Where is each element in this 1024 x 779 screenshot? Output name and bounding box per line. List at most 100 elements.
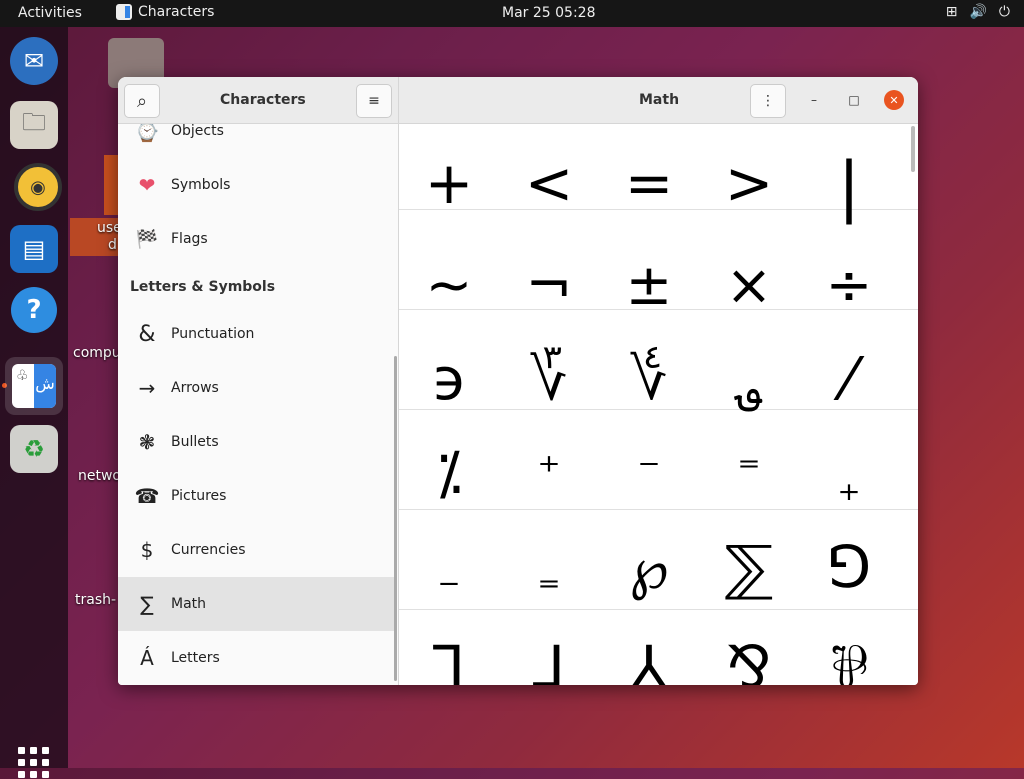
app-menu-label: Characters: [138, 4, 215, 20]
minimize-icon: –: [811, 93, 817, 107]
libreoffice-writer-icon[interactable]: ▤: [10, 225, 58, 273]
character-cell[interactable]: ÷: [799, 258, 899, 314]
character-cell[interactable]: ₌: [499, 556, 599, 600]
character-cell[interactable]: ؇: [599, 350, 699, 408]
character-cell[interactable]: ⁒: [399, 444, 499, 502]
hamburger-icon: ≡: [368, 93, 380, 109]
character-cell[interactable]: ⅁: [799, 538, 899, 596]
character-cell[interactable]: ⁻: [599, 450, 699, 494]
character-cell[interactable]: ₊: [799, 464, 899, 508]
desktop-label-network: netwo: [78, 468, 121, 484]
main-menu-button[interactable]: ≡: [356, 84, 392, 118]
sidebar-item-label: Currencies: [171, 542, 246, 558]
question-glyph: ?: [26, 295, 42, 325]
telephone-icon: ☎: [134, 484, 160, 508]
close-icon: ✕: [889, 93, 899, 107]
help-icon[interactable]: ?: [11, 287, 57, 333]
character-cell[interactable]: ϶: [399, 350, 499, 408]
characters-dock-icon[interactable]: ش ♧: [5, 357, 63, 415]
clock[interactable]: Mar 25 05:28: [502, 5, 595, 21]
page-title: Math: [639, 92, 680, 108]
sidebar-item-label: Bullets: [171, 434, 219, 450]
sidebar-item-arrows[interactable]: → Arrows: [118, 361, 394, 415]
sidebar-item-label: Symbols: [171, 177, 231, 193]
sidebar-item-objects[interactable]: ⌚ Objects: [118, 124, 394, 158]
app-menu[interactable]: Characters: [116, 4, 214, 20]
character-cell[interactable]: +: [399, 154, 499, 212]
grid-scrollbar[interactable]: [911, 126, 915, 172]
character-cell[interactable]: ⅀: [699, 538, 799, 598]
character-cell[interactable]: ₋: [399, 556, 499, 600]
sidebar: ⌚ Objects ❤ Symbols 🏁 Flags Letters & Sy…: [118, 124, 399, 685]
maximize-icon: □: [848, 93, 860, 107]
character-cell[interactable]: ⁺: [499, 450, 599, 494]
character-cell[interactable]: ¬: [499, 258, 599, 314]
sidebar-item-pictures[interactable]: ☎ Pictures: [118, 469, 394, 523]
sidebar-title: Characters: [220, 92, 306, 108]
more-icon: ⋮: [761, 93, 775, 109]
sidebar-item-math[interactable]: ∑ Math: [118, 577, 394, 631]
search-button[interactable]: ⌕: [124, 84, 160, 118]
character-cell[interactable]: >: [699, 154, 799, 212]
sidebar-item-symbols[interactable]: ❤ Symbols: [118, 158, 394, 212]
sidebar-item-flags[interactable]: 🏁 Flags: [118, 212, 394, 266]
speaker-glyph: ◉: [30, 176, 46, 198]
network-icon[interactable]: ⊞: [946, 4, 958, 20]
main-headerbar: Math ⋮ – □ ✕: [399, 77, 918, 124]
sidebar-item-label: Pictures: [171, 488, 227, 504]
character-cell[interactable]: =: [599, 154, 699, 212]
thunderbird-icon[interactable]: ✉: [10, 37, 58, 85]
show-apps-button[interactable]: [18, 747, 50, 779]
files-icon[interactable]: 🗀: [10, 101, 58, 149]
maximize-button[interactable]: □: [844, 90, 864, 110]
character-cell[interactable]: ∼: [399, 258, 499, 314]
character-cell[interactable]: ×: [699, 258, 799, 314]
watch-icon: ⌚: [134, 124, 160, 143]
sidebar-item-punctuation[interactable]: & Punctuation: [118, 307, 394, 361]
sidebar-item-bullets[interactable]: ❃ Bullets: [118, 415, 394, 469]
heart-icon: ❤: [138, 173, 156, 197]
rhythmbox-icon[interactable]: ◉: [14, 163, 62, 211]
power-icon[interactable]: ⏻: [999, 4, 1010, 20]
character-cell[interactable]: ⅋: [699, 638, 799, 685]
more-options-button[interactable]: ⋮: [750, 84, 786, 118]
recycle-glyph: ♻: [23, 435, 45, 463]
dollar-icon: $: [140, 538, 154, 562]
character-cell[interactable]: ⅌: [799, 638, 899, 685]
sidebar-scrollbar[interactable]: [394, 356, 397, 681]
system-tray[interactable]: ⊞ 🔊 ⏻: [946, 4, 1010, 20]
mail-glyph: ✉: [23, 47, 45, 75]
close-button[interactable]: ✕: [884, 90, 904, 110]
sidebar-item-label: Flags: [171, 231, 208, 247]
character-cell[interactable]: ±: [599, 258, 699, 314]
character-cell[interactable]: ⁼: [699, 450, 799, 494]
search-icon: ⌕: [136, 90, 148, 112]
minimize-button[interactable]: –: [804, 90, 824, 110]
character-cell[interactable]: ⅃: [499, 638, 599, 685]
sidebar-item-currencies[interactable]: $ Currencies: [118, 523, 394, 577]
activities-button[interactable]: Activities: [18, 5, 82, 21]
characters-window: ⌕ Characters ≡ Math ⋮ – □ ✕ ⌚ Objects ❤ …: [118, 77, 918, 685]
clover-glyph: ♧: [16, 368, 29, 384]
character-grid: + < = > | ∼ ¬ ± × ÷ ϶ ؆ ؇ ؈ ⁄ ⁒ ⁺ ⁻ ⁼ ₊ …: [399, 124, 918, 685]
character-cell[interactable]: ؆: [499, 350, 599, 408]
character-cell[interactable]: ⅄: [599, 638, 699, 685]
character-cell[interactable]: ⁄: [799, 350, 899, 408]
character-cell[interactable]: ℘: [599, 542, 699, 598]
volume-icon[interactable]: 🔊: [969, 4, 986, 20]
characters-app-icon: [116, 4, 132, 20]
sigma-icon: ∑: [140, 592, 154, 616]
dock: ✉ 🗀 ◉ ▤ ? ش ♧ ♻: [0, 27, 68, 778]
character-cell[interactable]: ⅂: [399, 638, 499, 685]
desktop-label-trash: trash-: [75, 592, 117, 608]
row-divider: [399, 609, 918, 610]
section-header: Letters & Symbols: [130, 279, 276, 295]
sidebar-headerbar: ⌕ Characters ≡: [118, 77, 399, 124]
character-cell[interactable]: |: [799, 154, 899, 220]
character-cell[interactable]: <: [499, 154, 599, 212]
document-glyph: ▤: [22, 235, 46, 263]
sidebar-item-label: Punctuation: [171, 326, 255, 342]
character-cell[interactable]: ؈: [699, 370, 799, 410]
trash-icon[interactable]: ♻: [10, 425, 58, 473]
sidebar-item-letters[interactable]: Á Letters: [118, 631, 394, 685]
